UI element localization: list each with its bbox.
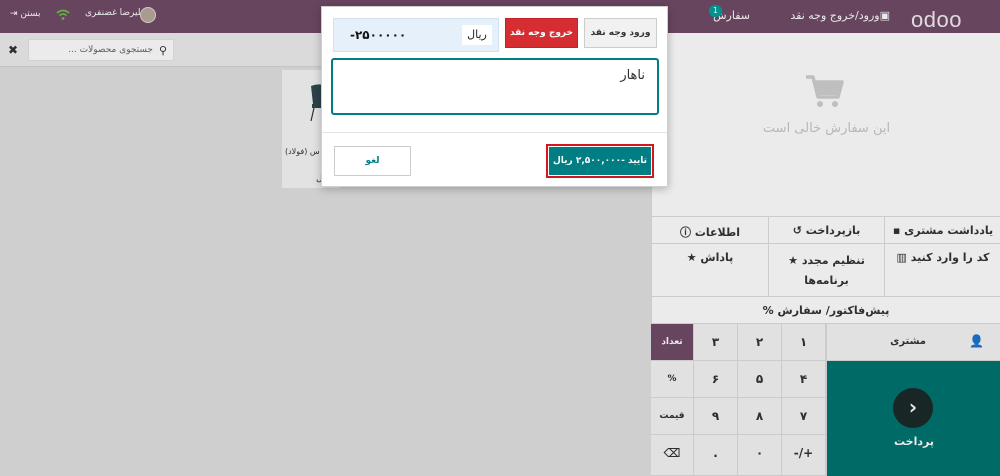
cash-in-button[interactable]: ورود وجه نقد [584,18,657,48]
cash-out-button[interactable]: خروج وجه نقد [505,18,578,48]
reason-textarea[interactable]: ناهار [331,58,659,115]
cash-move-dialog: ورود وجه نقد خروج وجه نقد -۲۵۰۰۰۰۰ ریال … [321,6,668,187]
divider [322,132,667,133]
cancel-button[interactable]: لغو [334,146,411,176]
amount-value: -۲۵۰۰۰۰۰ [350,28,407,42]
currency-label: ریال [462,25,492,45]
amount-input[interactable]: -۲۵۰۰۰۰۰ ریال [333,18,499,52]
confirm-button[interactable]: تایید -۲,۵۰۰,۰۰۰ ریال [549,147,651,175]
confirm-highlight: تایید -۲,۵۰۰,۰۰۰ ریال [546,144,654,178]
